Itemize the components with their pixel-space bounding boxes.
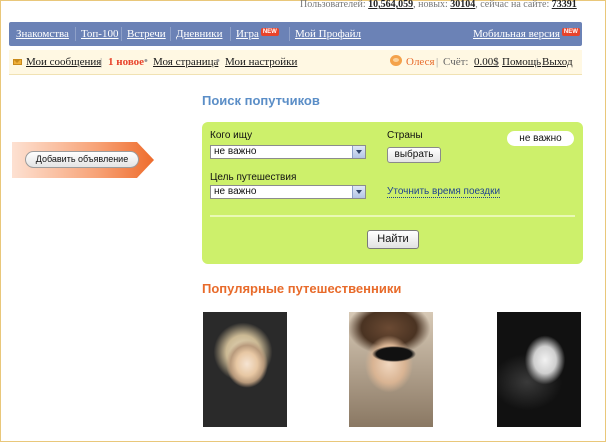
find-button[interactable]: Найти (367, 230, 419, 249)
who-label: Кого ищу (210, 130, 253, 141)
online-label: , сейчас на сайте: (475, 0, 550, 10)
users-label: Пользователей: (300, 0, 366, 10)
pipe-separator: | (536, 56, 539, 68)
users-count[interactable]: 10,564,059 (368, 0, 413, 10)
new-messages-count[interactable]: 1 новое (108, 56, 144, 68)
who-select-value: не важно (214, 146, 257, 157)
my-settings-link[interactable]: Мои настройки (225, 56, 297, 68)
purpose-label: Цель путешествия (210, 172, 297, 183)
username-link[interactable]: Олеся (406, 56, 435, 68)
traveler-photo[interactable] (203, 312, 287, 427)
chevron-down-icon[interactable] (352, 186, 365, 198)
nav-separator (170, 27, 171, 41)
purpose-select[interactable]: не важно (210, 185, 366, 199)
new-users-count[interactable]: 30104 (450, 0, 475, 10)
pipe-separator: | (100, 56, 103, 68)
pipe-separator: | (436, 56, 439, 68)
envelope-icon (13, 59, 22, 65)
countries-value: не важно (507, 131, 574, 146)
purpose-select-value: не важно (214, 186, 257, 197)
nav-separator (289, 27, 290, 41)
refine-time-link[interactable]: Уточнить время поездки (387, 186, 501, 198)
piggy-bank-icon (390, 55, 402, 66)
pipe-separator: | (496, 56, 499, 68)
traveler-photo[interactable] (349, 312, 433, 427)
countries-label: Страны (387, 130, 423, 141)
search-panel: Кого ищу не важно Цель путешествия не ва… (202, 122, 583, 264)
choose-countries-button[interactable]: выбрать (387, 147, 441, 163)
online-count[interactable]: 73391 (552, 0, 577, 10)
nav-my-profile[interactable]: Мой Профайл (295, 28, 361, 40)
chevron-down-icon[interactable] (352, 146, 365, 158)
new-badge: NEW (561, 28, 580, 36)
nav-game[interactable]: Игра NEW (236, 28, 279, 40)
nav-mobile-version[interactable]: Мобильная версия NEW (473, 28, 580, 40)
add-ad-button[interactable]: Добавить объявление (25, 151, 139, 168)
nav-separator (75, 27, 76, 41)
new-users-label: , новых: (413, 0, 448, 10)
balance-label: Счёт: (443, 56, 469, 68)
nav-dating[interactable]: Знакомства (16, 28, 69, 40)
search-heading: Поиск попутчиков (202, 93, 320, 108)
traveler-photo[interactable] (497, 312, 581, 427)
site-stats: Пользователей: 10,564,059, новых: 30104,… (300, 0, 590, 11)
my-page-link[interactable]: Моя страница (153, 56, 218, 68)
add-ad-banner: Добавить объявление (12, 142, 154, 178)
nav-game-label: Игра (236, 28, 259, 40)
dot-separator: • (216, 55, 220, 67)
nav-separator (121, 27, 122, 41)
panel-divider (210, 215, 575, 217)
nav-separator (230, 27, 231, 41)
popular-heading: Популярные путешественники (202, 281, 402, 296)
nav-mobile-label: Мобильная версия (473, 28, 560, 40)
logout-link[interactable]: Выход (542, 56, 573, 68)
who-select[interactable]: не важно (210, 145, 366, 159)
nav-meetings[interactable]: Встречи (127, 28, 166, 40)
main-nav: Знакомства Топ-100 Встречи Дневники Игра… (9, 22, 582, 46)
dot-separator: • (144, 55, 148, 67)
new-badge: NEW (260, 28, 279, 36)
my-messages-link[interactable]: Мои сообщения (26, 56, 101, 68)
nav-top100[interactable]: Топ-100 (81, 28, 118, 40)
user-bar: Мои сообщения | 1 новое • Моя страница •… (9, 50, 582, 75)
nav-diaries[interactable]: Дневники (176, 28, 222, 40)
